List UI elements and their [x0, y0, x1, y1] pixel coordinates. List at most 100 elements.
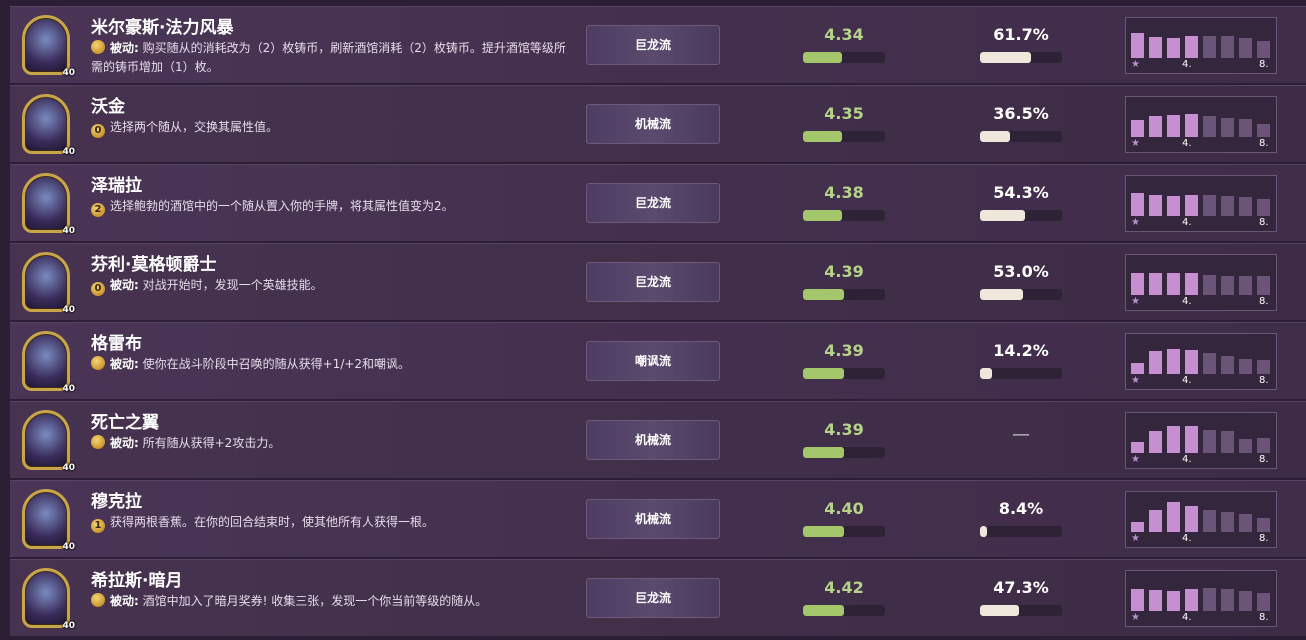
distribution-bar	[1257, 199, 1270, 216]
hero-power-description: 0 被动: 对战开始时，发现一个英雄技能。	[91, 276, 571, 296]
distribution-bar	[1167, 273, 1180, 295]
distribution-bar	[1167, 426, 1180, 453]
placement-distribution-chart[interactable]: ★ 4. 8.	[1125, 17, 1277, 74]
hero-power-text: 购买随从的消耗改为（2）枚铸币，刷新酒馆消耗（2）枚铸币。提升酒馆等级所需的铸币…	[91, 41, 566, 74]
average-placement-bar	[803, 447, 885, 458]
distribution-bar	[1185, 506, 1198, 532]
average-placement-bar-fill	[803, 52, 843, 63]
hero-row[interactable]: 40 格雷布 被动: 使你在战斗阶段中召唤的随从获得+1/+2和嘲讽。 嘲讽流 …	[10, 322, 1306, 399]
pick-rate-bar	[980, 210, 1062, 221]
hero-row[interactable]: 40 泽瑞拉 2 选择鲍勃的酒馆中的一个随从置入你的手牌，将其属性值变为2。 巨龙…	[10, 164, 1306, 241]
hero-name[interactable]: 格雷布	[91, 329, 142, 354]
average-placement-value: 4.34	[824, 25, 864, 44]
distribution-axis: ★ 4. 8.	[1126, 58, 1276, 73]
hero-portrait[interactable]: 40	[22, 15, 75, 78]
axis-tick-8: 8.	[1259, 375, 1269, 386]
hero-name[interactable]: 沃金	[91, 92, 125, 117]
distribution-bar	[1203, 353, 1216, 374]
hero-portrait[interactable]: 40	[22, 489, 75, 552]
hero-level-badge: 40	[62, 305, 75, 315]
placement-distribution-chart[interactable]: ★ 4. 8.	[1125, 254, 1277, 311]
archetype-tag[interactable]: 机械流	[586, 420, 720, 460]
pick-rate-bar-fill	[980, 368, 992, 379]
distribution-bar	[1149, 195, 1162, 216]
distribution-bar	[1185, 195, 1198, 216]
hero-portrait[interactable]: 40	[22, 568, 75, 631]
hero-name[interactable]: 芬利·莫格顿爵士	[91, 250, 216, 275]
hero-portrait[interactable]: 40	[22, 331, 75, 394]
average-placement-bar-fill	[803, 368, 844, 379]
distribution-bar	[1203, 275, 1216, 295]
hero-portrait[interactable]: 40	[22, 173, 75, 236]
star-icon: ★	[1131, 296, 1140, 307]
archetype-tag[interactable]: 巨龙流	[586, 578, 720, 618]
average-placement-bar-fill	[803, 131, 843, 142]
hero-power-text: 对战开始时，发现一个英雄技能。	[138, 278, 323, 292]
distribution-bar	[1131, 273, 1144, 295]
hero-name[interactable]: 希拉斯·暗月	[91, 566, 182, 591]
distribution-axis: ★ 4. 8.	[1126, 216, 1276, 231]
gold-coin-icon	[91, 356, 105, 370]
placement-distribution-chart[interactable]: ★ 4. 8.	[1125, 412, 1277, 469]
hero-portrait[interactable]: 40	[22, 94, 75, 157]
placement-distribution-chart[interactable]: ★ 4. 8.	[1125, 96, 1277, 153]
hero-portrait[interactable]: 40	[22, 410, 75, 473]
star-icon: ★	[1131, 375, 1140, 386]
star-icon: ★	[1131, 454, 1140, 465]
axis-tick-4: 4.	[1182, 296, 1192, 307]
axis-tick-8: 8.	[1259, 454, 1269, 465]
distribution-bar	[1203, 430, 1216, 453]
distribution-plot	[1126, 255, 1276, 295]
distribution-bar	[1149, 510, 1162, 532]
distribution-bar	[1149, 351, 1162, 374]
hero-power-text: 所有随从获得+2攻击力。	[138, 436, 281, 450]
pick-rate-value: 61.7%	[993, 25, 1049, 44]
placement-distribution-chart[interactable]: ★ 4. 8.	[1125, 175, 1277, 232]
distribution-bar	[1203, 588, 1216, 611]
axis-tick-4: 4.	[1182, 533, 1192, 544]
axis-tick-4: 4.	[1182, 217, 1192, 228]
hero-row[interactable]: 40 死亡之翼 被动: 所有随从获得+2攻击力。 机械流 4.39 — ★ 4.…	[10, 401, 1306, 478]
hero-name[interactable]: 死亡之翼	[91, 408, 159, 433]
distribution-bar	[1239, 38, 1252, 58]
archetype-tag[interactable]: 巨龙流	[586, 262, 720, 302]
distribution-bar	[1203, 195, 1216, 216]
distribution-bar	[1257, 276, 1270, 295]
pick-rate-value: 47.3%	[993, 578, 1049, 597]
hero-level-badge: 40	[62, 68, 75, 78]
hero-power-text: 选择两个随从，交换其属性值。	[110, 120, 279, 134]
hero-power-description: 0 选择两个随从，交换其属性值。	[91, 118, 571, 138]
hero-name[interactable]: 米尔豪斯·法力风暴	[91, 13, 233, 38]
hero-row[interactable]: 40 希拉斯·暗月 被动: 酒馆中加入了暗月奖券! 收集三张，发现一个你当前等级…	[10, 559, 1306, 636]
archetype-tag[interactable]: 嘲讽流	[586, 341, 720, 381]
distribution-bar	[1185, 350, 1198, 374]
hero-row[interactable]: 40 米尔豪斯·法力风暴 被动: 购买随从的消耗改为（2）枚铸币，刷新酒馆消耗（…	[10, 6, 1306, 83]
hero-row[interactable]: 40 沃金 0 选择两个随从，交换其属性值。 机械流 4.35 36.5% ★ 4…	[10, 85, 1306, 162]
pick-rate-bar	[980, 368, 1062, 379]
hero-name[interactable]: 泽瑞拉	[91, 171, 142, 196]
pick-rate-bar-fill	[980, 131, 1010, 142]
archetype-tag[interactable]: 机械流	[586, 104, 720, 144]
hero-portrait[interactable]: 40	[22, 252, 75, 315]
distribution-bar	[1185, 426, 1198, 453]
distribution-bar	[1221, 196, 1234, 216]
hero-name[interactable]: 穆克拉	[91, 487, 142, 512]
star-icon: ★	[1131, 533, 1140, 544]
placement-distribution-chart[interactable]: ★ 4. 8.	[1125, 491, 1277, 548]
distribution-bar	[1149, 273, 1162, 295]
distribution-bar	[1239, 119, 1252, 137]
placement-distribution-chart[interactable]: ★ 4. 8.	[1125, 570, 1277, 627]
archetype-tag[interactable]: 机械流	[586, 499, 720, 539]
hero-row[interactable]: 40 芬利·莫格顿爵士 0 被动: 对战开始时，发现一个英雄技能。 巨龙流 4.3…	[10, 243, 1306, 320]
archetype-tag[interactable]: 巨龙流	[586, 25, 720, 65]
archetype-tag[interactable]: 巨龙流	[586, 183, 720, 223]
distribution-plot	[1126, 18, 1276, 58]
distribution-bar	[1221, 356, 1234, 374]
gold-coin-icon: 0	[91, 124, 105, 138]
distribution-bar	[1167, 591, 1180, 611]
hero-row[interactable]: 40 穆克拉 1 获得两根香蕉。在你的回合结束时，使其他所有人获得一根。 机械流 …	[10, 480, 1306, 557]
placement-distribution-chart[interactable]: ★ 4. 8.	[1125, 333, 1277, 390]
pick-rate-bar	[980, 526, 1062, 537]
distribution-axis: ★ 4. 8.	[1126, 532, 1276, 547]
distribution-axis: ★ 4. 8.	[1126, 137, 1276, 152]
